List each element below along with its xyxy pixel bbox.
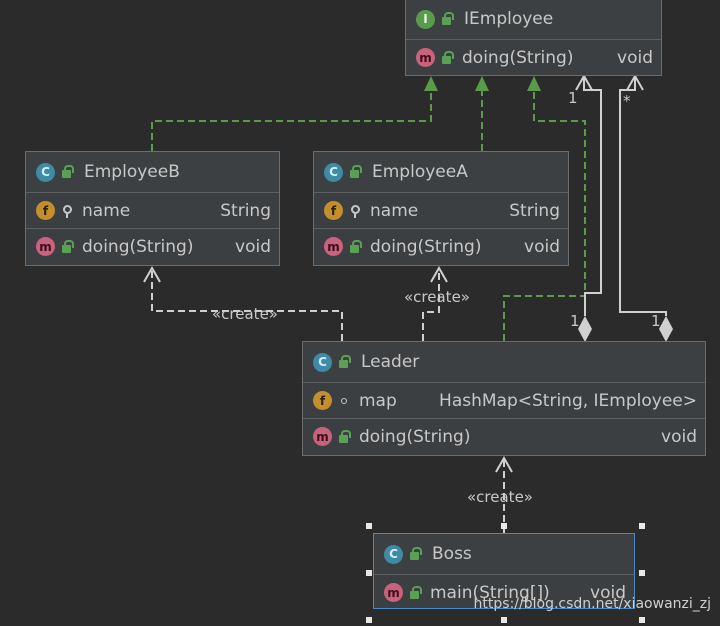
field-type: HashMap<String, IEmployee> — [439, 390, 697, 411]
method-icon: m — [324, 237, 343, 256]
resize-handle-w[interactable] — [366, 570, 372, 576]
class-header-leader[interactable]: C Leader — [303, 342, 705, 382]
static-method-icon: m — [384, 583, 403, 602]
public-lock-icon — [440, 11, 454, 27]
multiplicity-label-top-1: 1 — [568, 89, 578, 107]
implements-arrowhead-employeeB — [424, 76, 438, 91]
aggregation-edge-2[interactable] — [619, 76, 667, 316]
method-icon: m — [36, 237, 55, 256]
class-header-employeeB[interactable]: C EmployeeB — [26, 152, 279, 192]
implements-arrowhead-leader — [527, 76, 541, 91]
create-label-employeeA: «create» — [404, 288, 470, 306]
public-lock-icon — [348, 164, 362, 180]
create-label-leader: «create» — [467, 488, 533, 506]
method-name: doing(String) — [370, 236, 482, 257]
class-name-boss: Boss — [432, 544, 472, 564]
method-row-employeeA-doing[interactable]: m doing(String) void — [314, 229, 568, 264]
public-lock-icon — [60, 164, 74, 180]
method-return-type: void — [524, 236, 560, 257]
field-icon: f — [324, 201, 343, 220]
field-icon: f — [36, 201, 55, 220]
method-name: doing(String) — [462, 47, 574, 68]
resize-handle-n[interactable] — [501, 523, 507, 529]
field-name: name — [370, 200, 419, 221]
method-row-employeeB-doing[interactable]: m doing(String) void — [26, 229, 279, 264]
public-lock-icon — [408, 585, 422, 601]
method-row-leader-doing[interactable]: m doing(String) void — [303, 419, 705, 454]
class-icon: C — [313, 352, 332, 372]
public-lock-icon — [60, 239, 74, 255]
field-name: map — [359, 390, 397, 411]
public-lock-icon — [348, 239, 362, 255]
multiplicity-label-top-star: * — [623, 92, 631, 110]
class-name-employeeB: EmployeeB — [84, 162, 180, 182]
multiplicity-label-leader-1a: 1 — [570, 312, 580, 330]
field-icon: f — [313, 391, 332, 410]
class-box-leader[interactable]: C Leader f map HashMap<String, IEmployee… — [302, 341, 706, 456]
class-header-iemployee[interactable]: I IEmployee — [406, 0, 661, 39]
class-icon: C — [324, 162, 343, 182]
public-lock-icon — [337, 429, 351, 445]
class-box-employeeA[interactable]: C EmployeeA f name String m doing(String… — [313, 151, 569, 266]
resize-handle-se[interactable] — [639, 617, 645, 623]
class-name-leader: Leader — [361, 352, 420, 372]
class-name-employeeA: EmployeeA — [372, 162, 468, 182]
package-private-icon — [337, 393, 351, 409]
method-return-type: void — [661, 426, 697, 447]
field-row-employeeA-name[interactable]: f name String — [314, 193, 568, 228]
resize-handle-e[interactable] — [639, 570, 645, 576]
class-box-iemployee[interactable]: I IEmployee m doing(String) void — [405, 0, 662, 76]
field-row-employeeB-name[interactable]: f name String — [26, 193, 279, 228]
field-type: String — [509, 200, 560, 221]
field-type: String — [220, 200, 271, 221]
aggregation-diamond-2 — [659, 316, 673, 342]
resize-handle-nw[interactable] — [366, 523, 372, 529]
method-icon: m — [313, 427, 332, 446]
interface-icon: I — [416, 9, 435, 29]
public-lock-icon — [337, 354, 351, 370]
aggregation-diamond-1 — [578, 316, 592, 342]
private-key-icon — [60, 203, 74, 219]
class-box-employeeB[interactable]: C EmployeeB f name String m doing(String… — [25, 151, 280, 266]
uml-diagram: «create» «create» «create» 1 * 1 1 I IEm… — [0, 0, 720, 626]
method-name: doing(String) — [82, 236, 194, 257]
field-row-leader-map[interactable]: f map HashMap<String, IEmployee> — [303, 383, 705, 418]
public-lock-icon — [408, 546, 422, 562]
class-header-employeeA[interactable]: C EmployeeA — [314, 152, 568, 192]
resize-handle-s[interactable] — [501, 617, 507, 623]
resize-handle-sw[interactable] — [366, 617, 372, 623]
method-row-iemployee-doing[interactable]: m doing(String) void — [406, 40, 661, 75]
field-name: name — [82, 200, 131, 221]
runnable-class-icon: C — [384, 544, 403, 564]
public-lock-icon — [440, 50, 454, 66]
abstract-method-icon: m — [416, 48, 435, 67]
method-return-type: void — [617, 47, 653, 68]
multiplicity-label-leader-1b: 1 — [651, 312, 661, 330]
create-label-employeeB: «create» — [212, 305, 278, 323]
aggregation-edge-1[interactable] — [583, 76, 602, 316]
resize-handle-ne[interactable] — [639, 523, 645, 529]
class-name-iemployee: IEmployee — [464, 9, 554, 29]
watermark: https://blog.csdn.net/xiaowanzi_zj — [473, 596, 711, 612]
method-return-type: void — [235, 236, 271, 257]
private-key-icon — [348, 203, 362, 219]
method-name: doing(String) — [359, 426, 471, 447]
implements-edge-employeeB[interactable] — [151, 90, 432, 151]
class-icon: C — [36, 162, 55, 182]
implements-arrowhead-employeeA — [475, 76, 489, 91]
class-header-boss[interactable]: C Boss — [374, 534, 634, 574]
